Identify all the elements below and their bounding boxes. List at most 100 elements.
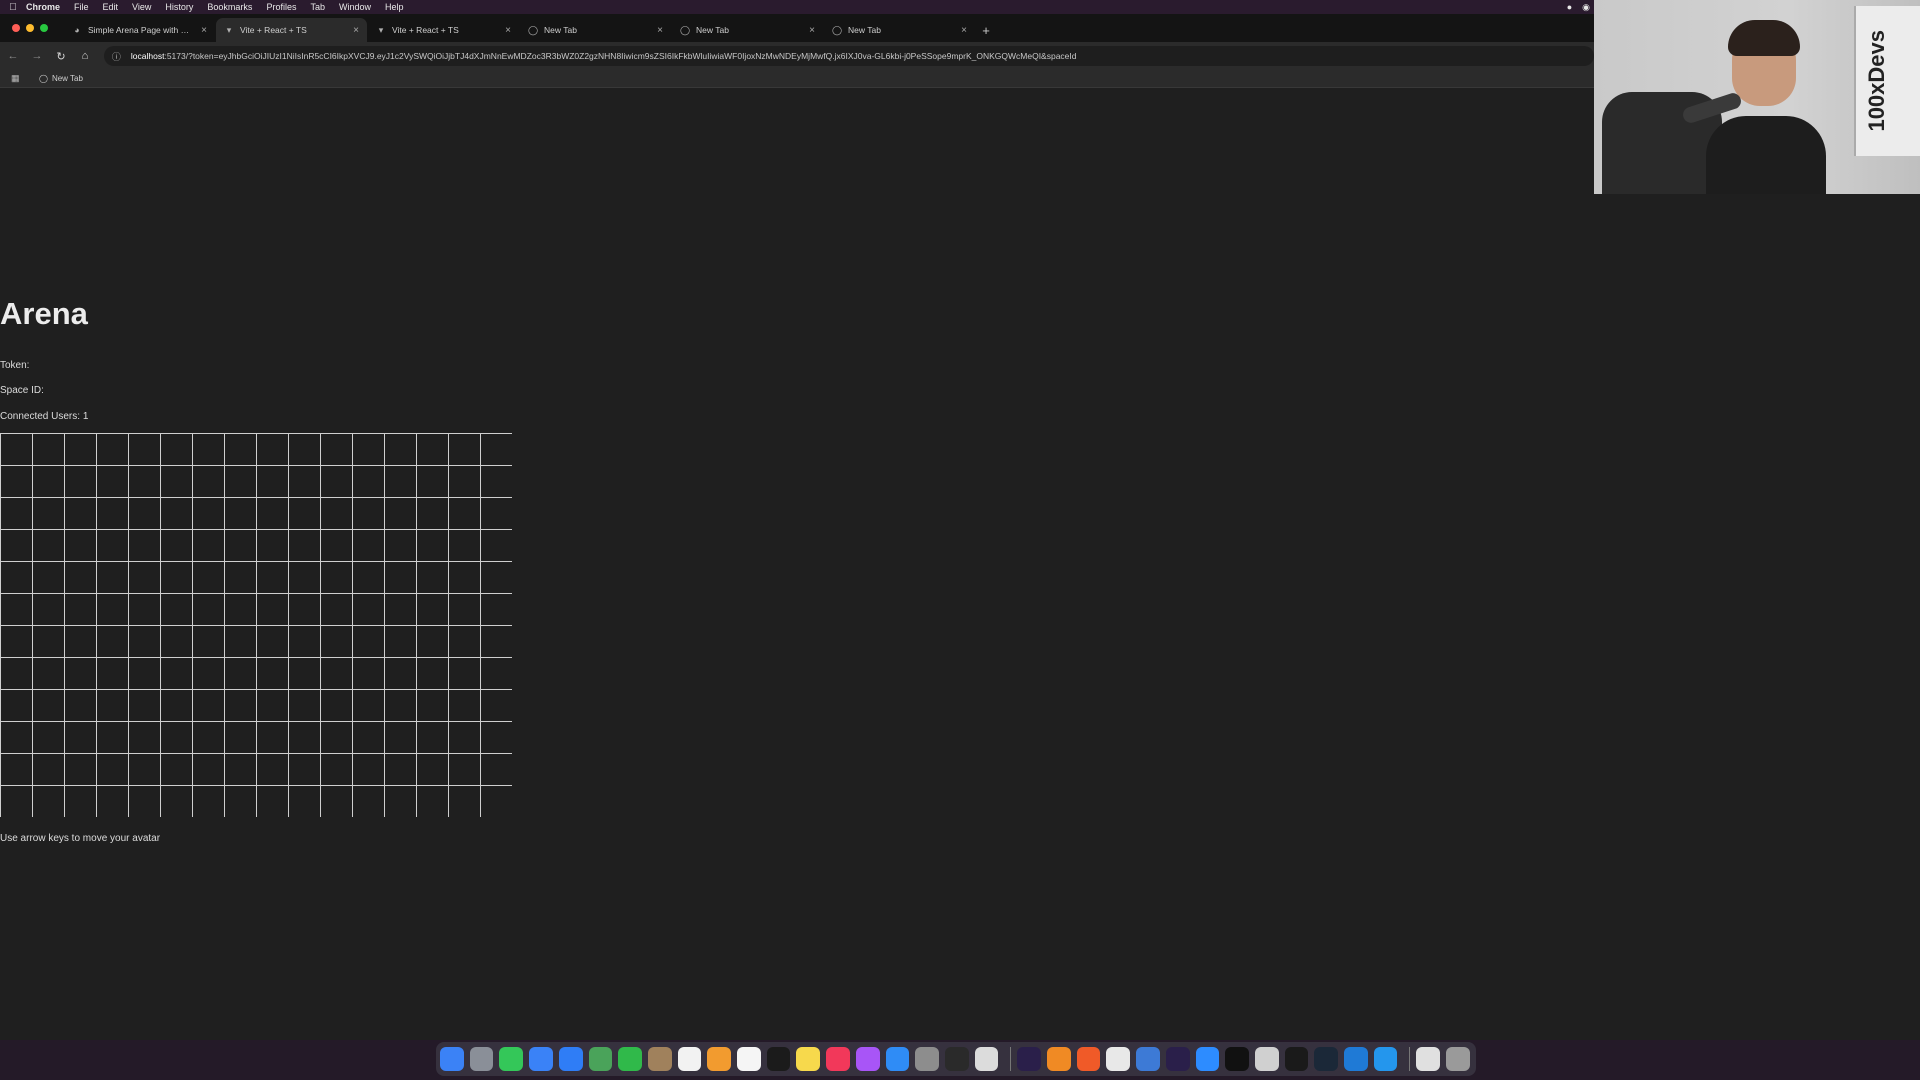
grid-cell [192,721,225,754]
premiere-icon-2[interactable] [1165,1047,1190,1071]
close-icon[interactable]: × [657,25,663,36]
reminders-icon[interactable] [737,1047,761,1071]
home-icon[interactable]: ⌂ [74,45,96,67]
menu-profiles[interactable]: Profiles [266,2,296,12]
docker-icon[interactable] [1373,1047,1398,1071]
menu-bookmarks[interactable]: Bookmarks [207,2,252,12]
menu-tab[interactable]: Tab [310,2,325,12]
brave-icon[interactable] [1076,1047,1101,1071]
grid-cell [288,657,321,690]
grid-cell [416,625,449,658]
close-icon[interactable]: × [505,25,511,36]
reload-icon[interactable]: ↻ [50,45,72,67]
close-icon[interactable]: × [961,25,967,36]
vscode-icon[interactable] [1344,1047,1368,1071]
close-icon[interactable]: × [201,25,207,36]
grid-cell [32,689,65,722]
close-icon[interactable]: × [809,25,815,36]
site-info-icon[interactable]: ⓘ [112,50,121,63]
close-icon[interactable]: × [353,25,359,36]
safari-icon[interactable] [558,1047,583,1071]
grid-cell [160,465,193,498]
forward-icon[interactable]: → [26,45,48,67]
tab-new-tab-3[interactable]: ◯ New Tab × [824,18,975,42]
browser-icon[interactable] [1136,1047,1160,1071]
user-icon[interactable]: ● [1567,2,1572,12]
steam-icon[interactable] [1314,1047,1339,1071]
document-icon[interactable] [1416,1047,1441,1071]
grid-cell [96,721,129,754]
chrome-icon[interactable] [1106,1047,1131,1071]
menu-view[interactable]: View [132,2,151,12]
mail-icon[interactable] [529,1047,553,1071]
grid-cell [64,465,97,498]
grid-cell [256,721,289,754]
menu-window[interactable]: Window [339,2,371,12]
tab-vite-react[interactable]: ▾ Vite + React + TS × [368,18,519,42]
music-icon[interactable] [826,1047,850,1071]
back-icon[interactable]: ← [2,45,24,67]
piano-icon[interactable] [1254,1047,1279,1071]
terminal-icon[interactable] [1225,1047,1249,1071]
facetime-icon[interactable] [618,1047,642,1071]
tab-simple-arena[interactable]: ◕ Simple Arena Page with Canv × [64,18,215,42]
minimize-window-icon[interactable] [26,24,34,32]
launchpad-icon[interactable] [469,1047,494,1071]
menu-help[interactable]: Help [385,2,404,12]
close-window-icon[interactable] [12,24,20,32]
grid-cell [160,529,193,562]
control-center-icon[interactable]: ◉ [1582,2,1590,13]
new-tab-button[interactable]: + [976,18,996,42]
trash-icon[interactable] [1446,1047,1470,1071]
tab-vite-react-active[interactable]: ▾ Vite + React + TS × [216,18,367,42]
grid-cell [64,721,97,754]
appstore-icon[interactable] [885,1047,910,1071]
address-bar[interactable]: ⓘ localhost :5173/?token=eyJhbGciOiJIUzI… [103,46,1594,66]
apps-grid-icon[interactable]: ▦ [11,73,25,84]
grid-cell [480,753,512,786]
menu-file[interactable]: File [74,2,89,12]
arena-canvas[interactable] [0,433,512,817]
grid-cell [448,753,481,786]
menu-edit[interactable]: Edit [103,2,119,12]
menu-app-name[interactable]: Chrome [26,2,60,12]
dock [436,1042,1476,1076]
appletv-icon[interactable] [766,1047,791,1071]
grid-cell [288,721,321,754]
maps-icon[interactable] [588,1047,613,1071]
fullscreen-window-icon[interactable] [40,24,48,32]
messages-icon[interactable] [499,1047,524,1071]
browser-toolbar: ← → ↻ ⌂ ⓘ localhost :5173/?token=eyJhbGc… [0,42,1594,70]
grid-cell [32,561,65,594]
finder-icon[interactable] [440,1047,464,1071]
grid-cell [448,561,481,594]
calendar-icon[interactable] [677,1047,702,1071]
grid-cell [352,593,385,626]
photos-icon[interactable] [707,1047,732,1071]
apple-icon[interactable]:  [0,2,26,13]
preview-icon[interactable] [974,1047,999,1071]
grid-cell [480,593,512,626]
grid-cell [0,561,33,594]
zoom-icon[interactable] [1195,1047,1220,1071]
contacts-icon[interactable] [647,1047,672,1071]
grid-cell [224,785,257,817]
dock-separator [1409,1047,1411,1071]
podcasts-icon[interactable] [855,1047,880,1071]
bookmark-new-tab[interactable]: ◯ New Tab [39,74,83,83]
presenter-hair [1728,20,1800,56]
wall-sign-text: 100xDevs [1864,30,1889,132]
tab-new-tab-1[interactable]: ◯ New Tab × [520,18,671,42]
premiere-icon[interactable] [1017,1047,1042,1071]
grid-cell [96,465,129,498]
pencil-icon[interactable] [1047,1047,1071,1071]
terminal-icon-2[interactable] [1284,1047,1309,1071]
grid-cell [224,561,257,594]
clock-icon[interactable] [944,1047,969,1071]
tab-new-tab-2[interactable]: ◯ New Tab × [672,18,823,42]
menu-history[interactable]: History [165,2,193,12]
grid-cell [448,497,481,530]
notes-icon[interactable] [796,1047,821,1071]
grid-cell [384,689,417,722]
settings-icon[interactable] [915,1047,939,1071]
